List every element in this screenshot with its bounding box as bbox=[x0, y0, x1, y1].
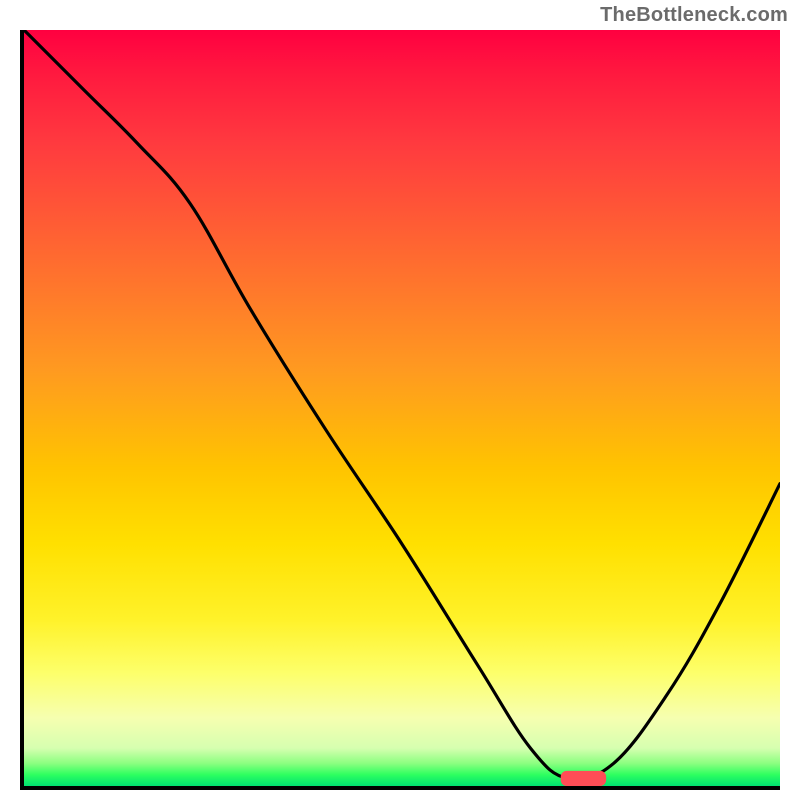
chart-svg-layer bbox=[24, 30, 780, 786]
watermark-text: TheBottleneck.com bbox=[600, 4, 788, 27]
bottleneck-curve bbox=[24, 30, 780, 779]
chart-plot-area bbox=[20, 30, 780, 790]
optimal-marker bbox=[561, 771, 606, 786]
